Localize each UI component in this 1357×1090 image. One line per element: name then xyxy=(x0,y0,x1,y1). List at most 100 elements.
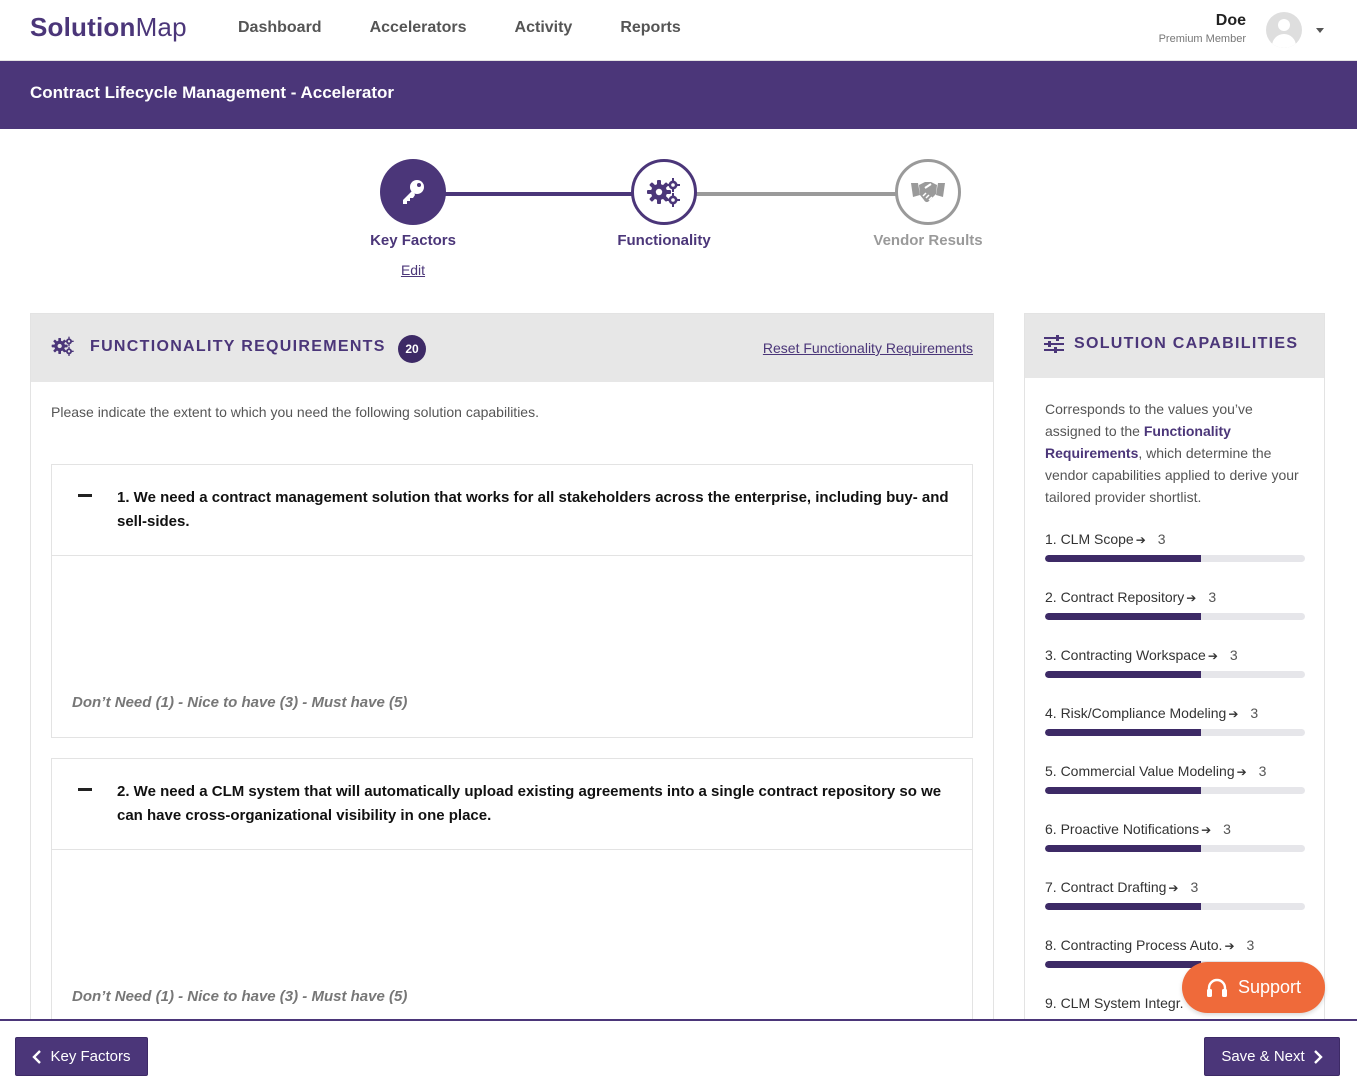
capability-item: 4. Risk/Compliance Modeling ➔ 3 xyxy=(1045,705,1305,736)
capabilities-title: SOLUTION CAPABILITIES xyxy=(1074,335,1299,352)
avatar-head xyxy=(1278,19,1290,31)
support-label: Support xyxy=(1237,977,1302,997)
requirement-text: 2. We need a CLM system that will automa… xyxy=(117,783,942,824)
functionality-requirements-panel: FUNCTIONALITY REQUIREMENTS 20 Reset Func… xyxy=(30,313,994,1048)
capability-item: 1. CLM Scope ➔ 3 xyxy=(1045,531,1305,562)
capability-progress-fill xyxy=(1045,845,1201,852)
capability-label: 7. Contract Drafting xyxy=(1045,879,1167,895)
requirement-card: 1. We need a contract management solutio… xyxy=(51,464,973,738)
capability-label: 1. CLM Scope xyxy=(1045,531,1134,547)
user-role: Premium Member xyxy=(1158,33,1246,45)
headset-icon xyxy=(1206,978,1227,997)
avatar-body xyxy=(1272,34,1296,48)
capability-value: 3 xyxy=(1208,589,1217,605)
capability-progress-fill xyxy=(1045,787,1201,794)
arrow-right-icon: ➔ xyxy=(1201,823,1212,837)
capability-link[interactable]: 6. Proactive Notifications ➔ 3 xyxy=(1045,821,1305,837)
requirement-card-header: 1. We need a contract management solutio… xyxy=(52,465,972,556)
capability-label: 6. Proactive Notifications xyxy=(1045,821,1200,837)
app-root: SolutionMap Dashboard Accelerators Activ… xyxy=(0,0,1357,1090)
capabilities-header: SOLUTION CAPABILITIES xyxy=(1025,314,1324,378)
top-navigation: SolutionMap Dashboard Accelerators Activ… xyxy=(0,0,1357,61)
support-button[interactable]: Support xyxy=(1182,962,1325,1013)
capability-label: 2. Contract Repository xyxy=(1045,589,1185,605)
step-label-functionality: Functionality xyxy=(617,232,711,249)
reset-requirements-link[interactable]: Reset Functionality Requirements xyxy=(763,340,973,356)
capability-label: 4. Risk/Compliance Modeling xyxy=(1045,705,1227,721)
capability-value: 3 xyxy=(1246,937,1255,953)
requirement-card: 2. We need a CLM system that will automa… xyxy=(51,758,973,1048)
arrow-right-icon: ➔ xyxy=(1236,765,1247,779)
capability-value: 3 xyxy=(1190,879,1199,895)
capability-link[interactable]: 2. Contract Repository ➔ 3 xyxy=(1045,589,1305,605)
capability-item: 6. Proactive Notifications ➔ 3 xyxy=(1045,821,1305,852)
capability-value: 3 xyxy=(1258,763,1267,779)
capability-item: 3. Contracting Workspace ➔ 3 xyxy=(1045,647,1305,678)
capability-link[interactable]: 1. CLM Scope ➔ 3 xyxy=(1045,531,1305,547)
user-name: Doe xyxy=(1215,12,1246,29)
arrow-right-icon: ➔ xyxy=(1186,591,1197,605)
capability-value: 3 xyxy=(1223,821,1231,837)
save-next-button[interactable]: Save & Next xyxy=(1204,1037,1340,1076)
solution-capabilities-panel: SOLUTION CAPABILITIES Corresponds to the… xyxy=(1024,313,1325,1033)
capability-progress-fill xyxy=(1045,671,1201,678)
step-label-vendor-results: Vendor Results xyxy=(873,232,983,249)
requirement-card-header: 2. We need a CLM system that will automa… xyxy=(52,759,972,850)
gears-icon xyxy=(51,336,75,361)
capability-progress-track xyxy=(1045,787,1305,794)
nav-accelerators[interactable]: Accelerators xyxy=(370,19,467,37)
user-menu-caret-icon[interactable] xyxy=(1316,28,1324,33)
capability-progress-fill xyxy=(1045,613,1201,620)
avatar[interactable] xyxy=(1266,12,1302,48)
capability-link[interactable]: 3. Contracting Workspace ➔ 3 xyxy=(1045,647,1305,663)
back-button-label: Key Factors xyxy=(50,1048,131,1065)
brand-logo-light: Map xyxy=(135,12,187,42)
capability-link[interactable]: 7. Contract Drafting ➔ 3 xyxy=(1045,879,1305,895)
capability-label: 3. Contracting Workspace xyxy=(1045,647,1206,663)
sliders-icon xyxy=(1044,335,1064,358)
arrow-right-icon: ➔ xyxy=(1224,939,1235,953)
capability-progress-fill xyxy=(1045,555,1201,562)
step-key-factors[interactable] xyxy=(380,159,446,225)
progress-stepper: Key Factors Functionality Vendor Results… xyxy=(0,129,1357,309)
capability-progress-fill xyxy=(1045,961,1201,968)
arrow-right-icon: ➔ xyxy=(1207,649,1218,663)
capability-link[interactable]: 4. Risk/Compliance Modeling ➔ 3 xyxy=(1045,705,1305,721)
nav-reports[interactable]: Reports xyxy=(620,19,680,37)
back-key-factors-button[interactable]: Key Factors xyxy=(15,1037,148,1076)
nav-dashboard[interactable]: Dashboard xyxy=(238,19,322,37)
capability-link[interactable]: 5. Commercial Value Modeling ➔ 3 xyxy=(1045,763,1305,779)
step-connector-pending xyxy=(695,192,897,196)
capability-progress-track xyxy=(1045,613,1305,620)
capability-progress-track xyxy=(1045,845,1305,852)
capability-progress-track xyxy=(1045,555,1305,562)
requirements-count-badge: 20 xyxy=(398,335,426,363)
collapse-minus-icon[interactable] xyxy=(78,494,92,497)
requirement-scale-legend: Don’t Need (1) - Nice to have (3) - Must… xyxy=(72,694,408,711)
capabilities-description: Corresponds to the values you’ve assigne… xyxy=(1045,398,1311,508)
step-functionality[interactable] xyxy=(631,159,697,225)
capability-item: 5. Commercial Value Modeling ➔ 3 xyxy=(1045,763,1305,794)
nav-activity[interactable]: Activity xyxy=(515,19,573,37)
step-vendor-results[interactable] xyxy=(895,159,961,225)
arrow-right-icon: ➔ xyxy=(1168,881,1179,895)
requirements-header: FUNCTIONALITY REQUIREMENTS 20 Reset Func… xyxy=(31,314,993,382)
capability-label: 9. CLM System Integr. xyxy=(1045,995,1184,1011)
capability-progress-track xyxy=(1045,729,1305,736)
edit-key-factors-link[interactable]: Edit xyxy=(393,262,433,278)
arrow-right-icon: ➔ xyxy=(1228,707,1239,721)
capability-link[interactable]: 8. Contracting Process Auto. ➔ 3 xyxy=(1045,937,1305,953)
capability-value: 3 xyxy=(1229,647,1238,663)
page-title-bar: Contract Lifecycle Management - Accelera… xyxy=(0,61,1357,129)
key-icon xyxy=(403,180,424,204)
arrow-right-icon: ➔ xyxy=(1135,533,1146,547)
requirement-text: 1. We need a contract management solutio… xyxy=(117,489,949,530)
step-connector-complete xyxy=(445,192,633,196)
collapse-minus-icon[interactable] xyxy=(78,788,92,791)
capability-item: 8. Contracting Process Auto. ➔ 3 xyxy=(1045,937,1305,968)
user-info: Doe Premium Member xyxy=(1159,12,1246,45)
brand-logo[interactable]: SolutionMap xyxy=(30,12,187,43)
next-button-label: Save & Next xyxy=(1221,1048,1305,1065)
page-title: Contract Lifecycle Management - Accelera… xyxy=(30,83,395,102)
requirements-instructions: Please indicate the extent to which you … xyxy=(51,404,539,420)
